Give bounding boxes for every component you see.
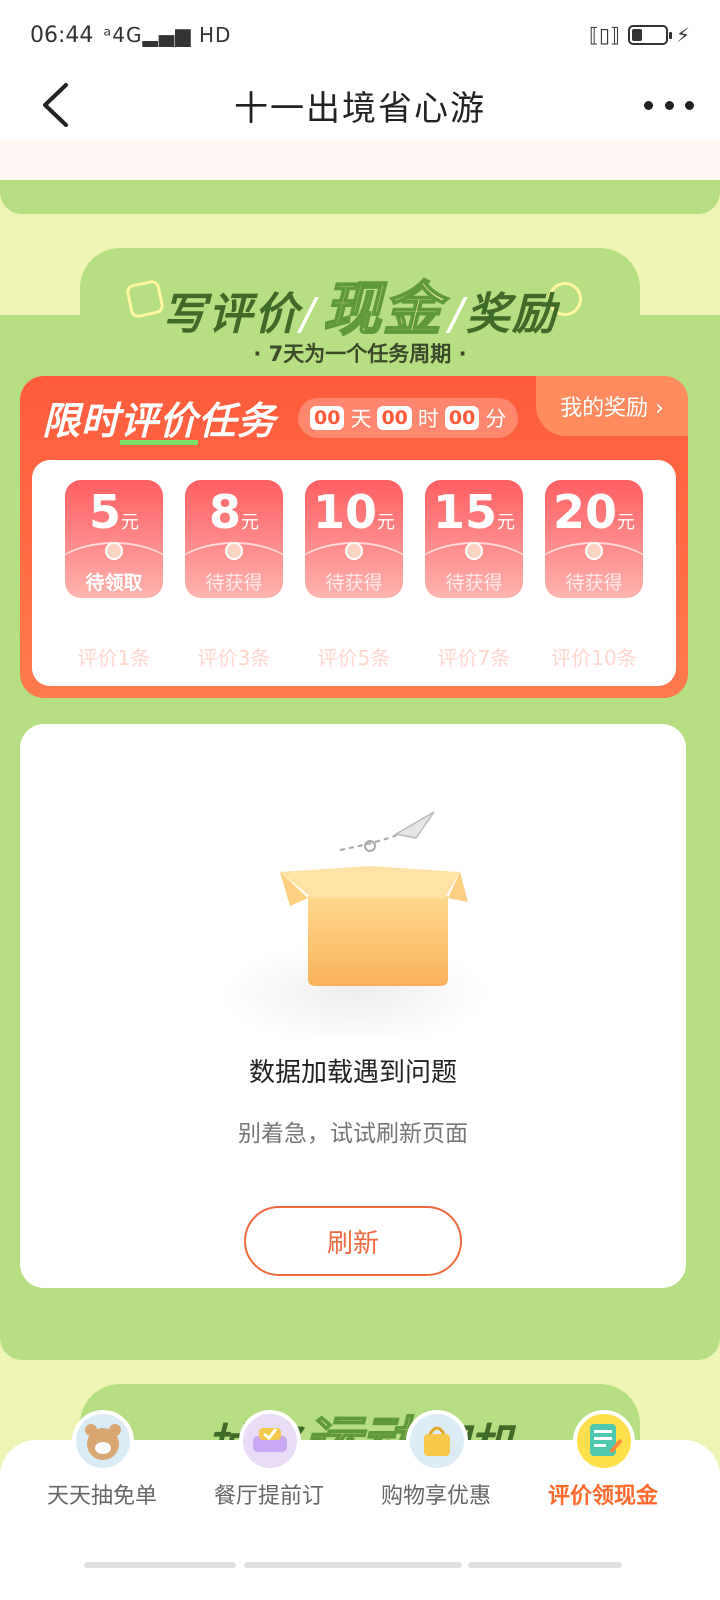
timer-minutes: 00 (444, 406, 480, 430)
tab-restaurant-booking[interactable]: 餐厅提前订 (184, 1410, 354, 1560)
home-indicator (468, 1562, 622, 1568)
hd-badge: HD (198, 23, 232, 47)
reward-amount: 20元 (552, 485, 635, 539)
task-title: 限时评价任务 (42, 390, 276, 445)
coin-icon (225, 542, 243, 560)
tab-label: 购物享优惠 (380, 1484, 491, 1509)
dot-icon (664, 100, 674, 110)
nav-bar: 十一出境省心游 (0, 70, 720, 140)
tab-daily-lottery[interactable]: 天天抽免单 (17, 1410, 187, 1560)
reward-condition: 评价3条 (197, 646, 271, 670)
bear-icon (72, 1410, 134, 1472)
top-strip (0, 140, 720, 180)
my-reward-button[interactable]: 我的奖励 › (536, 376, 688, 436)
chevron-left-icon (43, 83, 68, 127)
notepad-icon (573, 1410, 635, 1472)
tab-shopping-discount[interactable]: 购物享优惠 (351, 1410, 521, 1560)
reward-amount: 10元 (312, 485, 395, 539)
reward-status: 待领取 (85, 572, 143, 594)
task-title-suffix: 任务 (198, 399, 277, 443)
home-indicator (84, 1562, 236, 1568)
tab-label: 评价领现金 (547, 1484, 658, 1509)
title-part-reward: 奖励 (465, 289, 558, 340)
reward-condition: 评价1条 (77, 646, 151, 670)
dot-icon (685, 100, 694, 110)
previous-section-bottom (0, 180, 720, 214)
tab-label: 天天抽免单 (46, 1484, 157, 1509)
refresh-button[interactable]: 刷新 (244, 1206, 462, 1276)
sofa-icon (239, 1410, 301, 1472)
section-subtitle: · 7天为一个任务周期 · (253, 342, 467, 366)
reward-condition: 评价5条 (317, 646, 391, 670)
timer-days: 00 (310, 406, 345, 430)
task-title-highlight: 评价 (120, 399, 199, 443)
dot-icon (644, 100, 653, 110)
back-button[interactable] (30, 80, 80, 130)
status-right: ⟦▯⟧ ⚡ (589, 23, 690, 47)
reward-status: 待获得 (325, 572, 383, 594)
reward-item-10[interactable]: 10元 待获得 (305, 480, 403, 598)
empty-state-subtitle: 别着急，试试刷新页面 (238, 1121, 468, 1147)
more-button[interactable] (644, 88, 694, 122)
empty-state-title: 数据加载遇到问题 (248, 1058, 457, 1088)
timer-minute-unit: 分 (485, 407, 507, 431)
home-indicator (244, 1562, 462, 1568)
vibrate-icon: ⟦▯⟧ (589, 23, 620, 47)
reward-item-5[interactable]: 5元 待领取 (65, 480, 163, 598)
timer-hour-unit: 时 (417, 407, 439, 431)
reward-amount: 15元 (432, 485, 515, 539)
status-time: 06:44 (30, 22, 94, 48)
reward-item-8[interactable]: 8元 待获得 (185, 480, 283, 598)
empty-state-card: 数据加载遇到问题 别着急，试试刷新页面 刷新 (20, 724, 686, 1288)
reward-status: 待获得 (565, 572, 623, 594)
review-task-card: 限时评价任务 00 天 00 时 00 分 我的奖励 › 5元 待领取 8元 待… (20, 376, 688, 698)
network-type: 4G (112, 23, 143, 47)
reward-status: 待获得 (445, 572, 503, 594)
coin-icon (345, 542, 363, 560)
reward-status: 待获得 (205, 572, 263, 594)
coin-icon (465, 542, 483, 560)
title-part-write-review: 写评价 (162, 289, 301, 340)
page-title: 十一出境省心游 (234, 88, 486, 129)
timer-day-unit: 天 (350, 407, 372, 431)
title-part-cash: 现金 (322, 274, 443, 344)
countdown-timer: 00 天 00 时 00 分 (298, 398, 519, 438)
tab-review-cash[interactable]: 评价领现金 (518, 1410, 688, 1560)
task-title-prefix: 限时 (42, 399, 121, 443)
reward-list: 5元 待领取 8元 待获得 10元 待获得 15元 待获得 20元 待获得 评价… (32, 460, 676, 686)
battery-icon (627, 25, 672, 45)
reward-amount: 8元 (208, 485, 259, 539)
reward-condition: 评价10条 (551, 646, 637, 670)
tab-label: 餐厅提前订 (213, 1484, 324, 1509)
timer-hours: 00 (377, 406, 412, 430)
section-title: 写评价/现金/奖励 (162, 274, 558, 344)
reward-item-20[interactable]: 20元 待获得 (545, 480, 643, 598)
reward-condition: 评价7条 (437, 646, 511, 670)
status-bar: 06:44 ᵃ4G▂▄▆ HD ⟦▯⟧ ⚡ (0, 0, 720, 70)
bottom-tab-bar: 天天抽免单 餐厅提前订 购物享优惠 评价领现金 (0, 1410, 720, 1600)
empty-box-illustration (225, 811, 485, 1034)
reward-amount: 5元 (88, 485, 139, 539)
signal-icon: ᵃ4G▂▄▆ HD (103, 23, 232, 47)
charging-icon: ⚡ (675, 23, 690, 47)
reward-item-15[interactable]: 15元 待获得 (425, 480, 523, 598)
shopping-bag-icon (406, 1410, 468, 1472)
coin-icon (105, 542, 123, 560)
coin-icon (585, 542, 603, 560)
